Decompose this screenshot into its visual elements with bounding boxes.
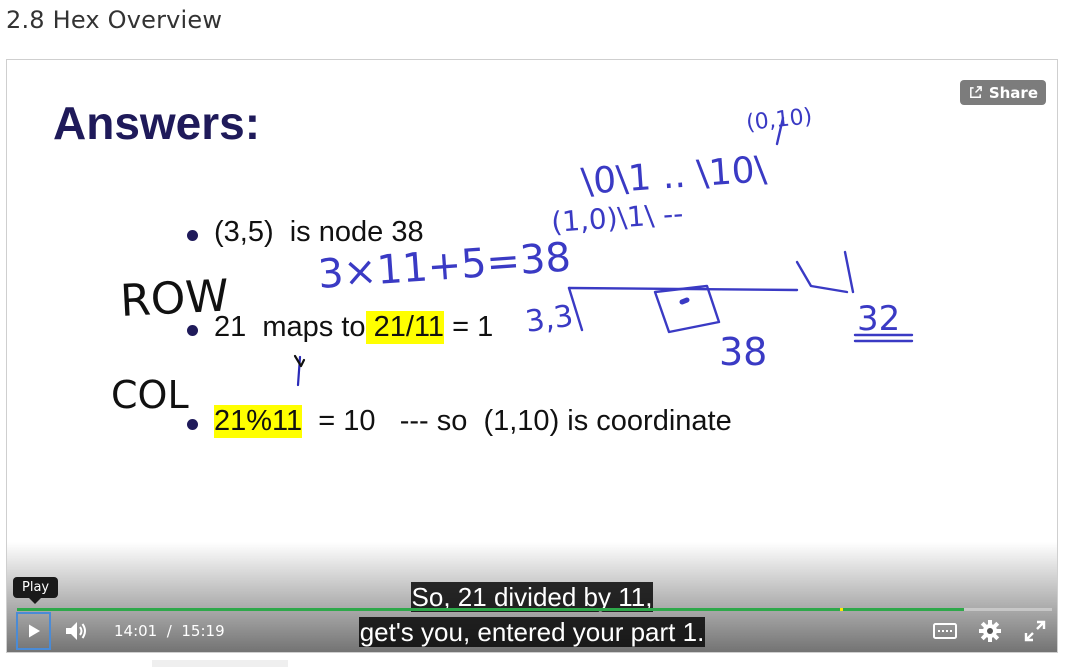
handwritten-32: 32 [857,299,900,339]
fullscreen-icon [1024,620,1046,642]
handwritten-33: 3,3 [523,299,575,340]
share-button[interactable]: Share [959,80,1046,105]
volume-icon [66,622,86,640]
bullet-dot [187,230,198,241]
caption-text: get's you, entered your part 1. [358,617,706,647]
slide-title: Answers: [53,97,261,149]
handwritten-seq2: (1,0)\1\ -- [550,197,684,239]
bullet-text: = 1 [444,311,494,343]
captions-icon [933,623,957,639]
time-display: 14:01 / 15:19 [114,622,225,640]
video-player[interactable]: Answers: (3,5) is node 38 21 maps to 21/… [6,59,1058,653]
bullet-text: = 10 --- so (1,10) is coordinate [302,405,732,437]
play-button[interactable] [16,612,51,650]
share-icon [969,86,982,98]
progress-marker [839,608,843,611]
time-total: 15:19 [181,622,225,640]
below-player-tab[interactable] [152,660,288,667]
captions-button[interactable] [932,618,958,644]
bullet-text: (3,5) is node 38 [214,216,424,248]
highlighted-text: 21/11 [365,311,445,344]
bullet-dot [187,419,198,430]
play-tooltip: Play [13,577,59,604]
settings-button[interactable] [977,618,1003,644]
handwritten-38: 38 [719,330,767,374]
highlighted-text: 21%11 [214,405,303,438]
share-label: Share [988,83,1038,102]
progress-bar[interactable] [17,608,1052,611]
slide-bullet-3: 21%11 = 10 --- so (1,10) is coordinate [187,405,732,438]
volume-button[interactable] [63,618,89,644]
progress-fill [17,608,965,611]
bullet-text: 21 maps to [214,311,366,343]
time-current: 14:01 [114,622,158,640]
handwritten-col: COL [111,373,189,417]
handwritten-top-label: (0,10) [745,104,813,136]
time-separator: / [166,622,172,640]
gear-icon [979,620,1001,642]
page-title: 2.8 Hex Overview [6,6,223,34]
play-icon [28,624,40,638]
slide-bullet-1: (3,5) is node 38 [187,216,424,249]
fullscreen-button[interactable] [1022,618,1048,644]
slide-bullet-2: 21 maps to 21/11 = 1 [187,311,493,344]
bullet-dot [187,325,198,336]
handwritten-seq1: \0\1 .. \10\ [580,149,769,203]
